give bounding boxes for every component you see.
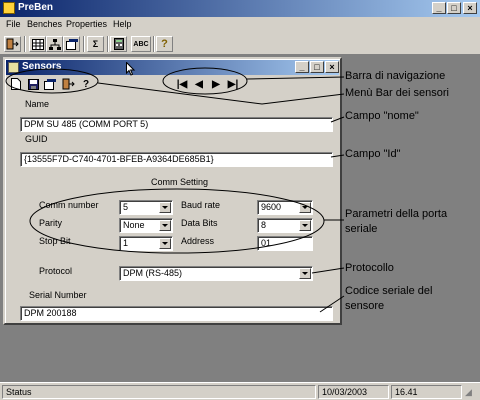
- serial-number-label: Serial Number: [29, 290, 87, 300]
- protocol-select[interactable]: DPM (RS-485): [119, 266, 313, 281]
- address-field[interactable]: 01: [257, 236, 313, 251]
- annotation-name-field: Campo "nome": [345, 110, 419, 122]
- annotation-serial-code-1: Codice seriale del: [345, 285, 433, 297]
- toolbar-separator: [24, 36, 26, 52]
- baud-rate-label: Baud rate: [181, 200, 221, 210]
- sensor-help-icon[interactable]: ?: [79, 77, 93, 91]
- chevron-down-icon[interactable]: [299, 220, 311, 231]
- exit-icon[interactable]: [4, 36, 21, 52]
- minimize-button[interactable]: _: [432, 2, 446, 14]
- annotation-nav-bar: Barra di navigazione: [345, 70, 446, 82]
- next-record-icon[interactable]: ▶: [209, 77, 223, 91]
- new-icon[interactable]: [9, 77, 23, 91]
- previous-record-icon[interactable]: ◀: [192, 77, 206, 91]
- guid-field[interactable]: {13555F7D-C740-4701-BFEB-A9364DE685B1}: [20, 152, 333, 167]
- last-record-icon[interactable]: ▶|: [226, 77, 240, 91]
- stop-bit-value: 1: [123, 238, 129, 248]
- annotation-port-params-1: Parametri della porta: [345, 208, 448, 220]
- chevron-down-icon[interactable]: [159, 238, 171, 249]
- annotation-serial-code-2: sensore: [345, 300, 385, 312]
- menu-bar: File Benches Properties Help: [0, 17, 480, 33]
- menu-properties[interactable]: Properties: [66, 19, 107, 29]
- comm-number-value: 5: [123, 202, 129, 212]
- status-text: Status: [2, 385, 316, 399]
- status-date: 10/03/2003: [318, 385, 389, 399]
- stop-bit-select[interactable]: 1: [119, 236, 173, 251]
- baud-rate-select[interactable]: 9600: [257, 200, 313, 215]
- name-field[interactable]: DPM SU 485 (COMM PORT 5): [20, 117, 333, 132]
- annotation-menu-bar: Menù Bar dei sensori: [345, 87, 449, 99]
- stop-bit-label: Stop Bit: [39, 236, 71, 246]
- properties-icon[interactable]: [63, 36, 80, 52]
- chevron-down-icon[interactable]: [299, 268, 311, 279]
- annotation-id-field: Campo "Id": [345, 148, 401, 160]
- main-toolbar: Σ ABC ?: [0, 33, 480, 55]
- maximize-button[interactable]: □: [447, 2, 461, 14]
- sigma-icon[interactable]: Σ: [87, 36, 104, 52]
- menu-file[interactable]: File: [6, 19, 21, 29]
- sensors-window-icon: [8, 62, 19, 73]
- baud-rate-value: 9600: [261, 202, 282, 212]
- exit-sensor-icon[interactable]: [61, 77, 75, 91]
- sensors-titlebar: Sensors _ □ ×: [6, 60, 339, 75]
- toolbar-separator: [107, 36, 109, 52]
- toolbar-separator: [83, 36, 85, 52]
- chevron-down-icon[interactable]: [159, 202, 171, 213]
- annotation-port-params-2: seriale: [345, 223, 378, 235]
- app-icon: [3, 2, 15, 14]
- first-record-icon[interactable]: |◀: [175, 77, 189, 91]
- data-bits-value: 8: [261, 220, 267, 230]
- annotation-protocol: Protocollo: [345, 262, 394, 274]
- chevron-down-icon[interactable]: [159, 220, 171, 231]
- guid-label: GUID: [25, 134, 48, 144]
- sensors-close-button[interactable]: ×: [325, 61, 339, 73]
- parity-label: Parity: [39, 218, 63, 228]
- resize-grip-icon[interactable]: ◢: [465, 387, 477, 399]
- sensors-title: Sensors: [22, 61, 62, 72]
- menu-benches[interactable]: Benches: [27, 19, 62, 29]
- parity-select[interactable]: None: [119, 218, 173, 233]
- protocol-label: Protocol: [39, 266, 73, 276]
- sensors-window: Sensors _ □ × ? |◀ ◀ ▶ ▶| Name DPM SU 48…: [3, 57, 342, 325]
- status-bar: Status 10/03/2003 16.41 ◢: [0, 382, 480, 400]
- edit-properties-icon[interactable]: [43, 77, 57, 91]
- parity-value: None: [123, 220, 145, 230]
- save-icon[interactable]: [26, 77, 40, 91]
- serial-number-field[interactable]: DPM 200188: [20, 306, 333, 321]
- comm-number-select[interactable]: 5: [119, 200, 173, 215]
- close-button[interactable]: ×: [463, 2, 477, 14]
- chevron-down-icon[interactable]: [299, 202, 311, 213]
- grid-icon[interactable]: [29, 36, 46, 52]
- app-title: PreBen: [18, 2, 54, 13]
- name-label: Name: [25, 99, 50, 109]
- address-label: Address: [181, 236, 215, 246]
- mouse-cursor-icon: [126, 62, 136, 76]
- app-titlebar: PreBen _ □ ×: [0, 0, 480, 17]
- sensors-maximize-button[interactable]: □: [310, 61, 324, 73]
- calculator-icon[interactable]: [110, 36, 127, 52]
- protocol-value: DPM (RS-485): [123, 268, 183, 278]
- abc-icon[interactable]: ABC: [131, 36, 151, 52]
- tree-icon[interactable]: [46, 36, 63, 52]
- sensors-minimize-button[interactable]: _: [295, 61, 309, 73]
- data-bits-label: Data Bits: [181, 218, 218, 228]
- menu-help[interactable]: Help: [113, 19, 132, 29]
- toolbar-separator: [153, 36, 155, 52]
- comm-setting-heading: Comm Setting: [151, 177, 209, 187]
- status-time: 16.41: [391, 385, 462, 399]
- data-bits-select[interactable]: 8: [257, 218, 313, 233]
- comm-number-label: Comm number: [39, 200, 99, 210]
- help-icon[interactable]: ?: [156, 36, 173, 52]
